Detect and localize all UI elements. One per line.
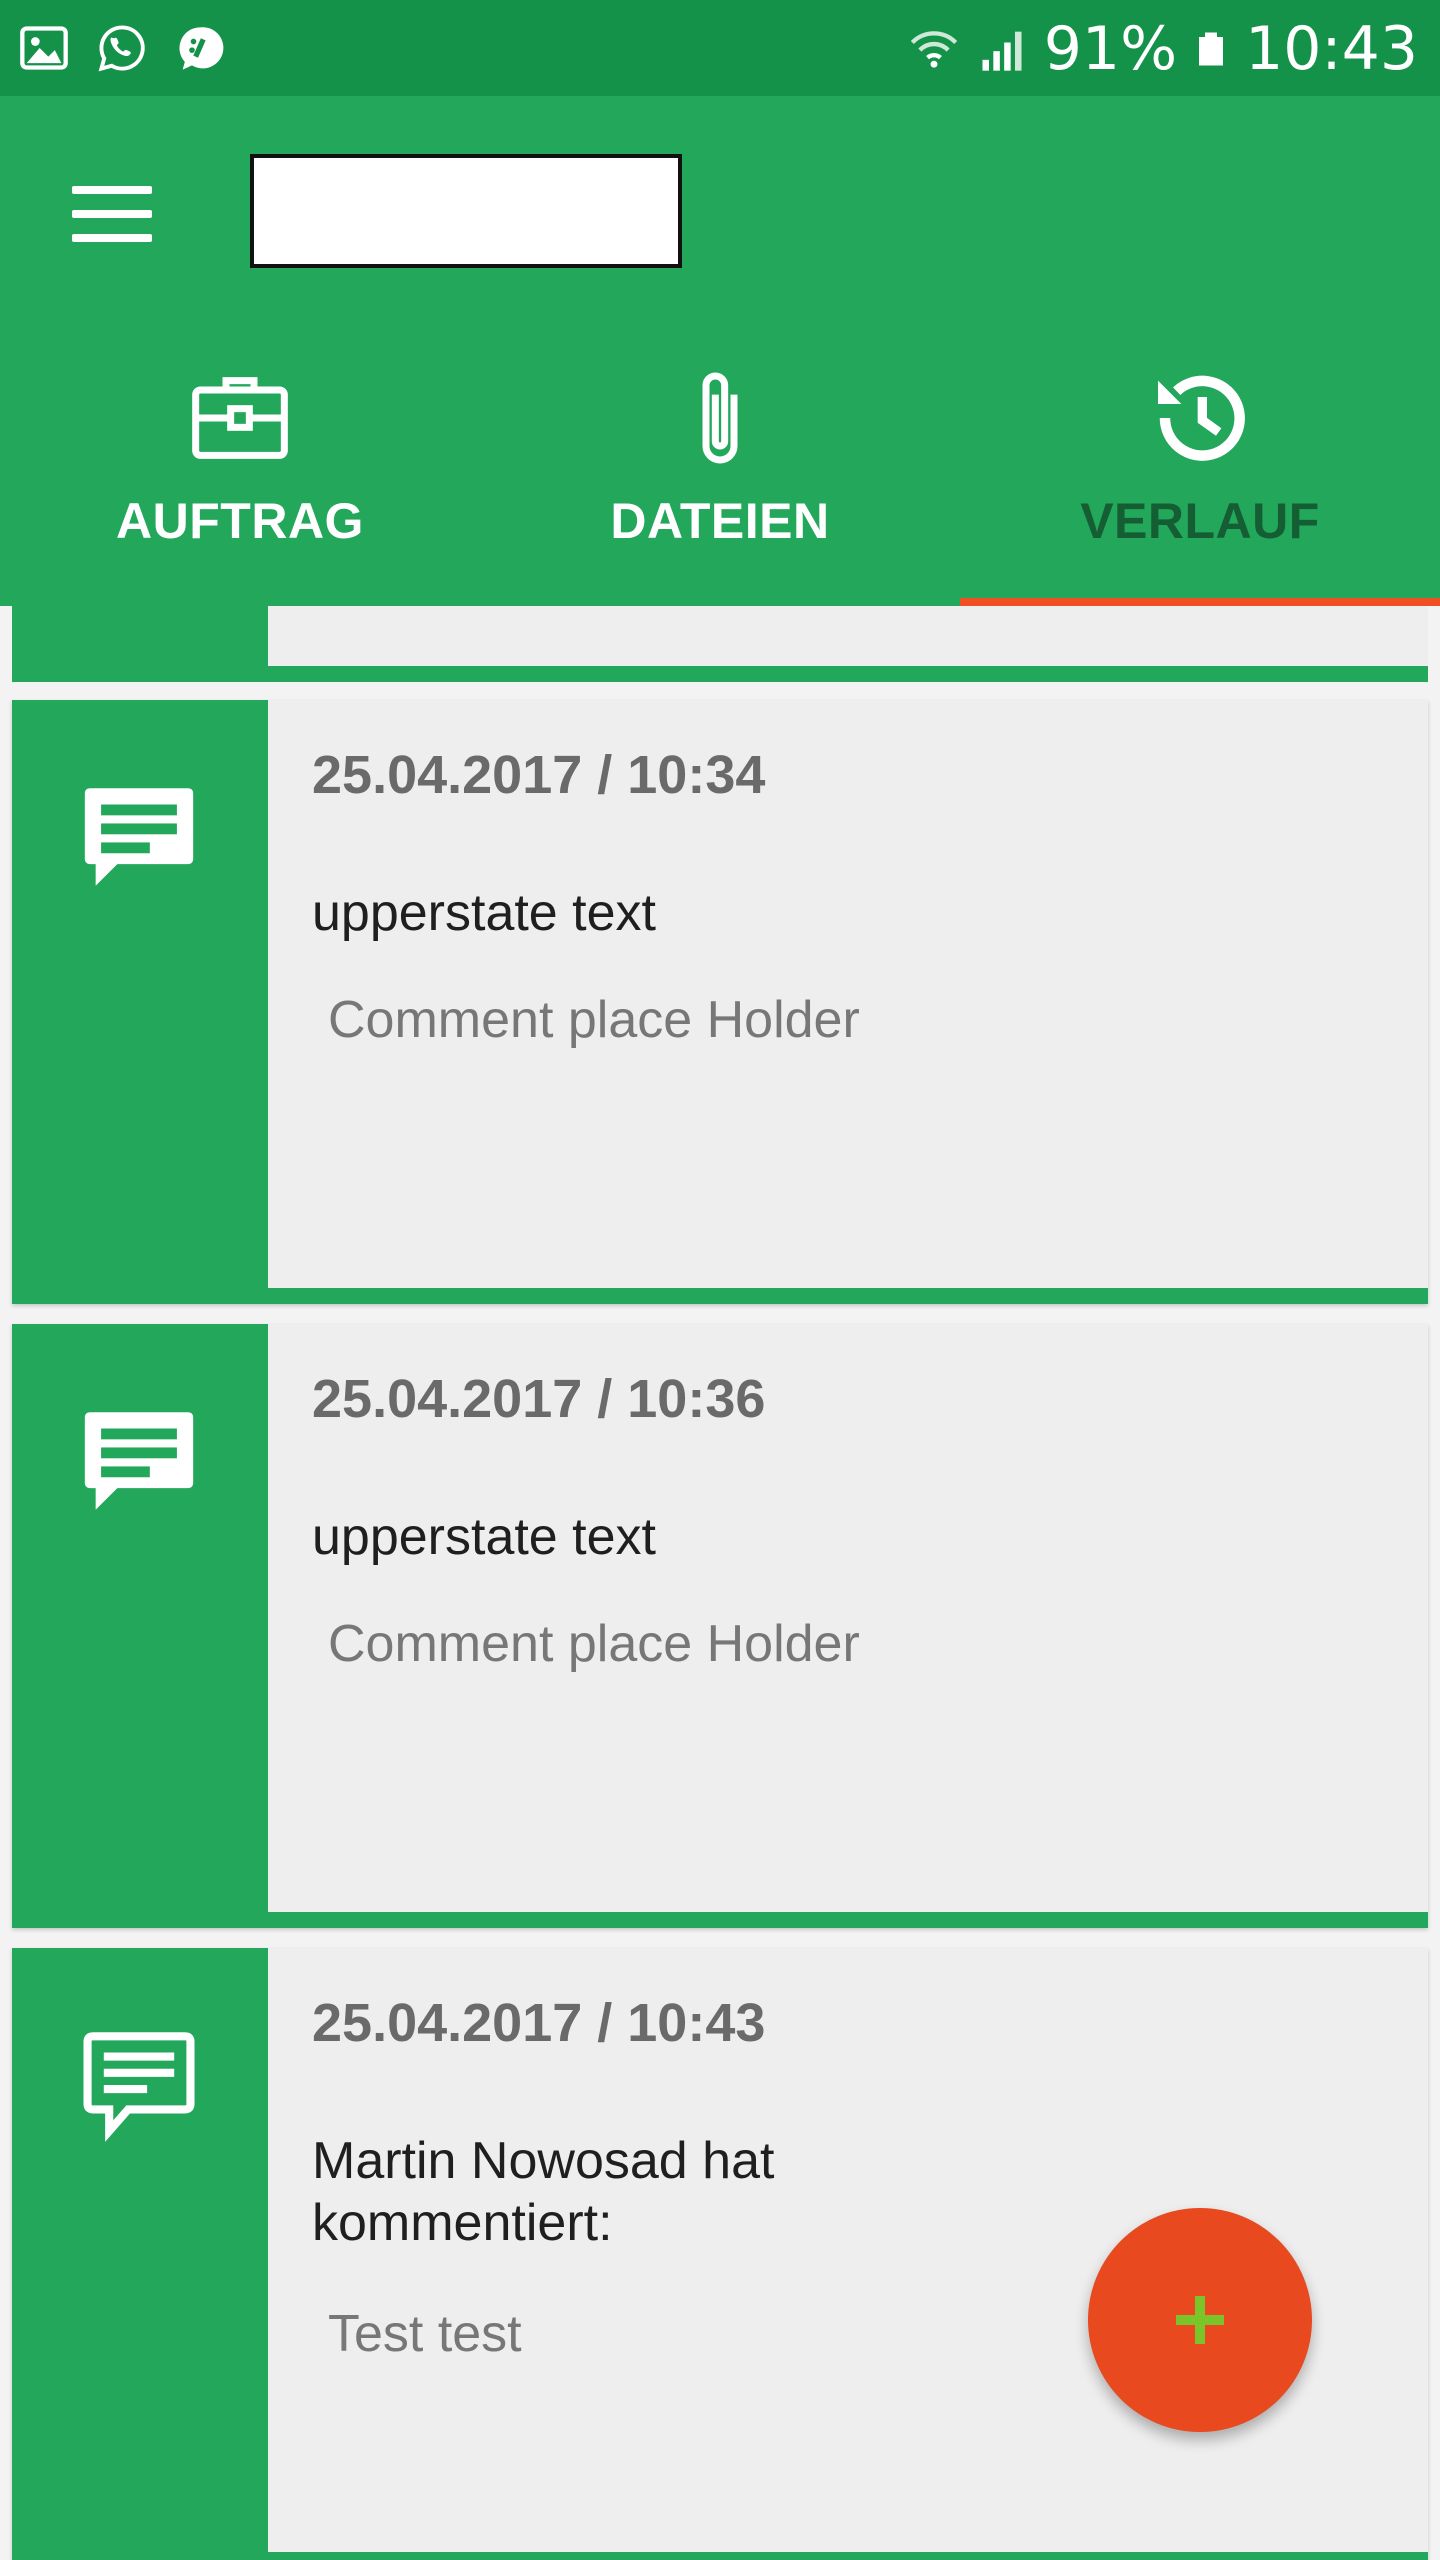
app-bar: AUFTRAG DATEIEN VERLAUF <box>0 96 1440 606</box>
tab-auftrag[interactable]: AUFTRAG <box>0 332 480 606</box>
message-outline-icon <box>83 2032 195 2142</box>
paperclip-icon <box>702 372 738 464</box>
card-icon-column <box>12 700 268 1304</box>
card-body: 25.04.2017 / 10:36 upperstate text Comme… <box>268 1324 1428 1912</box>
gallery-icon <box>20 26 68 70</box>
message-icon <box>84 788 194 886</box>
battery-percent: 91% <box>1043 14 1178 84</box>
card-body: 25.04.2017 / 10:34 upperstate text Comme… <box>268 700 1428 1288</box>
card-icon-column <box>12 1948 268 2560</box>
signal-icon <box>982 31 1022 71</box>
card-icon-column <box>12 1324 268 1928</box>
history-state-text: upperstate text <box>312 1508 656 1566</box>
history-date: 25.04.2017 / 10:43 <box>312 1993 766 2053</box>
history-card[interactable]: 25.04.2017 / 10:34 upperstate text Comme… <box>12 700 1428 1304</box>
status-bar: 91% 10:43 <box>0 0 1440 96</box>
history-comment: Comment place Holder <box>328 1615 860 1673</box>
tab-bar: AUFTRAG DATEIEN VERLAUF <box>0 332 1440 606</box>
history-card-partial <box>12 606 1428 682</box>
battery-icon <box>1199 32 1224 66</box>
briefcase-icon <box>192 377 288 459</box>
history-date: 25.04.2017 / 10:36 <box>312 1369 766 1429</box>
history-card[interactable]: 25.04.2017 / 10:36 upperstate text Comme… <box>12 1324 1428 1928</box>
tab-label-verlauf: VERLAUF <box>1080 493 1320 549</box>
wifi-icon <box>910 31 957 68</box>
tab-label-auftrag: AUFTRAG <box>116 493 364 549</box>
whatsapp-icon <box>98 25 145 72</box>
add-button[interactable] <box>1088 2208 1312 2432</box>
history-date: 25.04.2017 / 10:34 <box>312 745 766 805</box>
app-title-redacted <box>250 154 682 268</box>
status-left-icons <box>18 22 226 74</box>
tab-verlauf[interactable]: VERLAUF <box>960 332 1440 606</box>
history-state-text: upperstate text <box>312 884 656 942</box>
tab-label-dateien: DATEIEN <box>610 493 830 549</box>
tab-dateien[interactable]: DATEIEN <box>480 332 960 606</box>
history-state-text: Martin Nowosad hat kommentiert: <box>312 2132 775 2253</box>
history-comment: Comment place Holder <box>328 991 860 1049</box>
clock-time: 10:43 <box>1245 14 1418 84</box>
hamburger-menu-icon[interactable] <box>70 178 154 250</box>
history-icon <box>1158 375 1245 461</box>
status-right: 91% 10:43 <box>908 14 1418 84</box>
chat-bubble-icon <box>179 27 224 70</box>
history-comment: Test test <box>328 2305 522 2363</box>
message-icon <box>84 1412 194 1510</box>
